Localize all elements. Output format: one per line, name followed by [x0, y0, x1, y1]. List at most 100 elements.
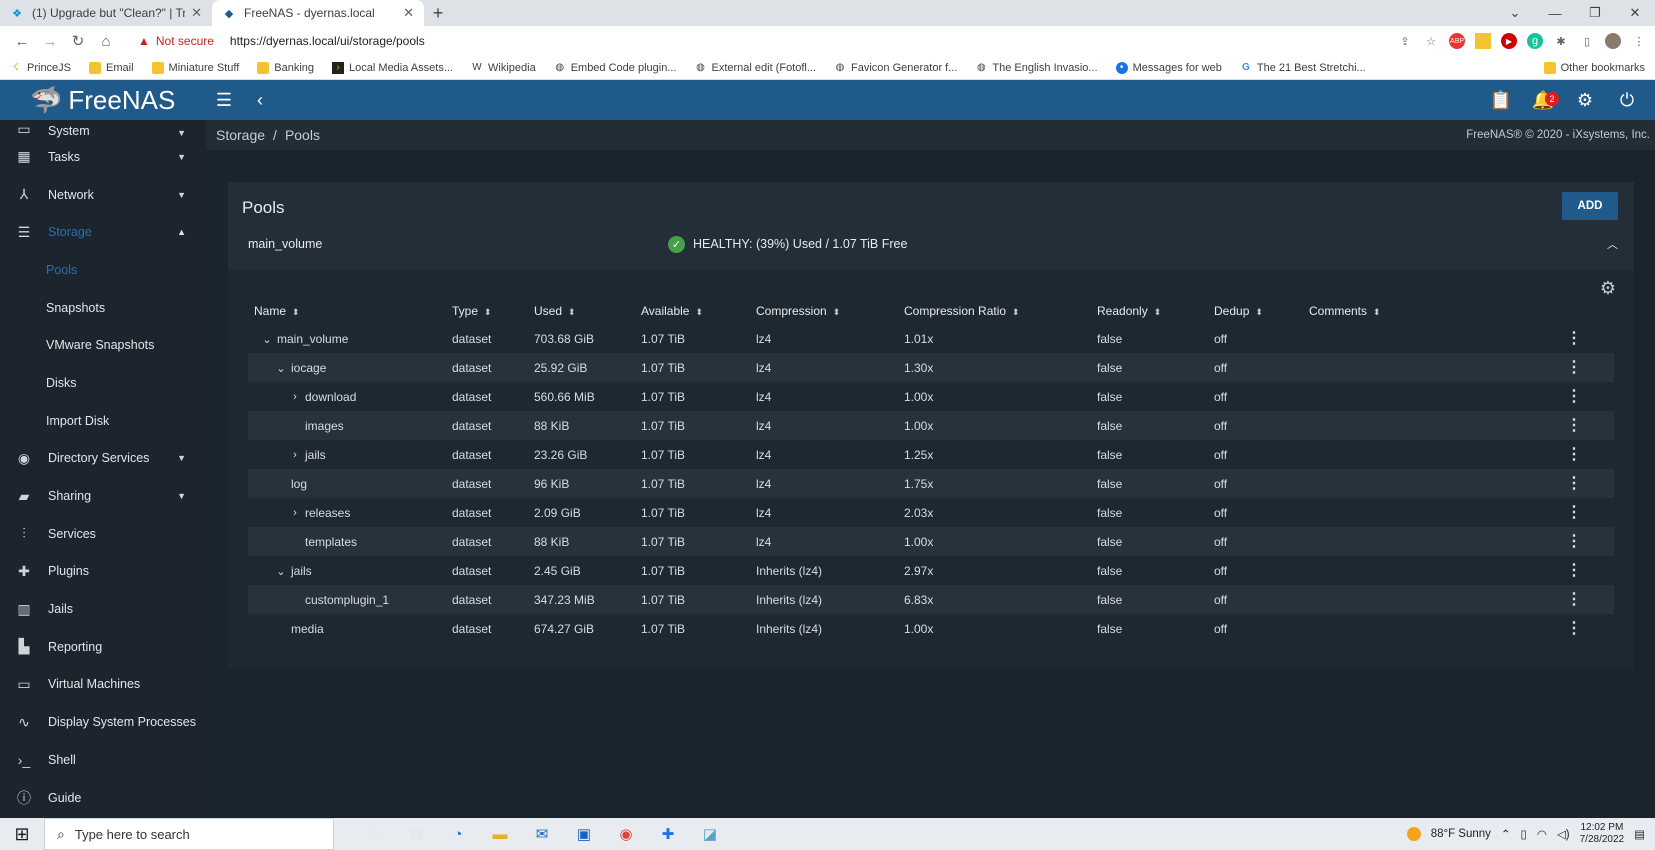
row-actions-kebab-icon[interactable]: ⋮: [1566, 531, 1582, 551]
other-bookmarks-folder[interactable]: Other bookmarks: [1543, 62, 1645, 74]
extension-grammarly-icon[interactable]: g: [1527, 33, 1543, 49]
bookmark-item[interactable]: › Local Media Assets...: [332, 61, 453, 74]
bookmark-item[interactable]: W Wikipedia: [471, 62, 535, 74]
pool-header[interactable]: main_volume ✓ HEALTHY: (39%) Used / 1.07…: [228, 224, 1634, 264]
row-actions-kebab-icon[interactable]: ⋮: [1566, 328, 1582, 348]
sidebar-item-storage[interactable]: ☰ Storage ▲: [0, 213, 206, 251]
menu-icon[interactable]: ☰: [206, 90, 242, 111]
expand-toggle-icon[interactable]: ›: [288, 391, 302, 403]
windows-start-icon[interactable]: ⊞: [0, 824, 44, 845]
row-actions-kebab-icon[interactable]: ⋮: [1566, 357, 1582, 377]
settings-gear-icon[interactable]: ⚙: [1569, 90, 1601, 111]
side-panel-icon[interactable]: ▯: [1579, 33, 1595, 49]
chevron-up-icon[interactable]: ︿: [1607, 236, 1618, 252]
sidebar-item-shell[interactable]: ›_ Shell: [0, 741, 206, 779]
table-row[interactable]: ⌄ jails dataset 2.45 GiB 1.07 TiB Inherits (l…: [248, 556, 1614, 585]
column-header-name[interactable]: Name ⬍: [254, 304, 300, 318]
bookmark-folder[interactable]: Banking: [257, 61, 314, 74]
row-actions-kebab-icon[interactable]: ⋮: [1566, 589, 1582, 609]
cortana-icon[interactable]: ○: [364, 824, 384, 844]
battery-icon[interactable]: ▯: [1521, 827, 1527, 841]
task-view-icon[interactable]: ⧉: [406, 824, 426, 844]
row-actions-kebab-icon[interactable]: ⋮: [1566, 502, 1582, 522]
new-tab-button[interactable]: +: [424, 0, 452, 26]
home-icon[interactable]: ⌂: [92, 33, 120, 50]
sidebar-item-reporting[interactable]: ▙ Reporting: [0, 628, 206, 666]
column-header-dedup[interactable]: Dedup ⬍: [1214, 304, 1263, 318]
back-icon[interactable]: ←: [8, 33, 36, 50]
table-row[interactable]: ⌄ iocage dataset 25.92 GiB 1.07 TiB lz4 1.30x f…: [248, 353, 1614, 382]
sidebar-item-tasks[interactable]: ▦ Tasks ▼: [0, 138, 206, 176]
close-window-icon[interactable]: ✕: [1615, 0, 1655, 26]
breadcrumb-storage[interactable]: Storage: [216, 127, 265, 143]
column-header-compression[interactable]: Compression ⬍: [756, 304, 840, 318]
app-plus-icon[interactable]: ✚: [658, 824, 678, 844]
sidebar-item-sharing[interactable]: ▰ Sharing ▼: [0, 477, 206, 515]
chrome-icon[interactable]: ◉: [616, 824, 636, 844]
sidebar-item-import-disk[interactable]: Import Disk: [0, 402, 206, 440]
close-tab-icon[interactable]: ✕: [191, 5, 202, 21]
table-row[interactable]: › jails dataset 23.26 GiB 1.07 TiB lz4 1.25x fa…: [248, 440, 1614, 469]
bookmark-folder[interactable]: Miniature Stuff: [151, 61, 239, 74]
column-header-used[interactable]: Used ⬍: [534, 304, 576, 318]
row-actions-kebab-icon[interactable]: ⋮: [1566, 386, 1582, 406]
extension-note-icon[interactable]: [1475, 33, 1491, 49]
bookmark-item[interactable]: ◍ Favicon Generator f...: [834, 62, 958, 74]
bookmark-folder[interactable]: Email: [89, 61, 134, 74]
sidebar-item-jails[interactable]: ▥ Jails: [0, 590, 206, 628]
volume-icon[interactable]: ◁): [1557, 827, 1570, 841]
sidebar-item-plugins[interactable]: ✚ Plugins: [0, 553, 206, 591]
power-icon[interactable]: ⏻: [1611, 90, 1643, 111]
bookmark-item[interactable]: ☇ PrinceJS: [10, 62, 71, 74]
browser-tab-freenas[interactable]: ◆ FreeNAS - dyernas.local ✕: [212, 0, 424, 26]
app-paper-icon[interactable]: ◪: [700, 824, 720, 844]
table-row[interactable]: templates dataset 88 KiB 1.07 TiB lz4 1.00x fa…: [248, 527, 1614, 556]
row-actions-kebab-icon[interactable]: ⋮: [1566, 560, 1582, 580]
expand-toggle-icon[interactable]: ⌄: [274, 565, 288, 578]
weather-text[interactable]: 88°F Sunny: [1431, 828, 1491, 840]
table-row[interactable]: media dataset 674.27 GiB 1.07 TiB Inherits (…: [248, 614, 1614, 643]
extension-abp-icon[interactable]: ABP: [1449, 33, 1465, 49]
extension-record-icon[interactable]: ▶: [1501, 33, 1517, 49]
sidebar-item-display-system-processes[interactable]: ∿ Display System Processes: [0, 703, 206, 741]
forward-icon[interactable]: →: [36, 33, 64, 50]
taskbar-search-input[interactable]: ⌕ Type here to search: [44, 818, 334, 850]
add-pool-button[interactable]: ADD: [1562, 192, 1618, 220]
sidebar-item-disks[interactable]: Disks: [0, 364, 206, 402]
close-tab-icon[interactable]: ✕: [403, 5, 414, 21]
task-manager-icon[interactable]: 📋: [1485, 90, 1517, 111]
expand-toggle-icon[interactable]: ⌄: [260, 333, 274, 346]
reload-icon[interactable]: ↻: [64, 32, 92, 50]
notification-center-icon[interactable]: ▤: [1634, 827, 1645, 841]
mail-icon[interactable]: ✉: [532, 824, 552, 844]
sidebar-item-system[interactable]: ▭ System ▼: [0, 120, 206, 138]
edge-icon[interactable]: ◔: [448, 824, 468, 844]
column-header-compression-ratio[interactable]: Compression Ratio ⬍: [904, 304, 1020, 318]
profile-avatar[interactable]: [1605, 33, 1621, 49]
table-row[interactable]: customplugin_1 dataset 347.23 MiB 1.07 TiB I…: [248, 585, 1614, 614]
sidebar-item-vmware-snapshots[interactable]: VMware Snapshots: [0, 326, 206, 364]
sidebar-item-network[interactable]: ⅄ Network ▼: [0, 176, 206, 214]
maximize-icon[interactable]: ❐: [1575, 0, 1615, 26]
expand-toggle-icon[interactable]: ›: [288, 449, 302, 461]
bookmark-star-icon[interactable]: ☆: [1423, 33, 1439, 49]
sidebar-item-guide[interactable]: ⓘ Guide: [0, 779, 206, 817]
row-actions-kebab-icon[interactable]: ⋮: [1566, 618, 1582, 638]
table-row[interactable]: images dataset 88 KiB 1.07 TiB lz4 1.00x false…: [248, 411, 1614, 440]
table-row[interactable]: ⌄ main_volume dataset 703.68 GiB 1.07 TiB lz4…: [248, 324, 1614, 353]
network-wifi-icon[interactable]: ◠: [1537, 827, 1547, 841]
share-icon[interactable]: ⇪: [1397, 33, 1413, 49]
freenas-logo[interactable]: 🦈 FreeNAS: [0, 80, 206, 120]
notifications-icon[interactable]: 🔔 2: [1527, 90, 1559, 111]
table-row[interactable]: › download dataset 560.66 MiB 1.07 TiB lz4 1.0…: [248, 382, 1614, 411]
store-icon[interactable]: ▣: [574, 824, 594, 844]
table-row[interactable]: log dataset 96 KiB 1.07 TiB lz4 1.75x false off…: [248, 469, 1614, 498]
table-row[interactable]: › releases dataset 2.09 GiB 1.07 TiB lz4 2.03x…: [248, 498, 1614, 527]
tray-overflow-icon[interactable]: ⌃: [1501, 827, 1511, 841]
column-header-available[interactable]: Available ⬍: [641, 304, 703, 318]
expand-toggle-icon[interactable]: ⌄: [274, 362, 288, 375]
sidebar-item-services[interactable]: ⫶ Services: [0, 515, 206, 553]
bookmark-item[interactable]: ◍ External edit (Fotofl...: [694, 62, 816, 74]
extensions-puzzle-icon[interactable]: ✱: [1553, 33, 1569, 49]
sidebar-item-directory-services[interactable]: ◉ Directory Services ▼: [0, 440, 206, 478]
